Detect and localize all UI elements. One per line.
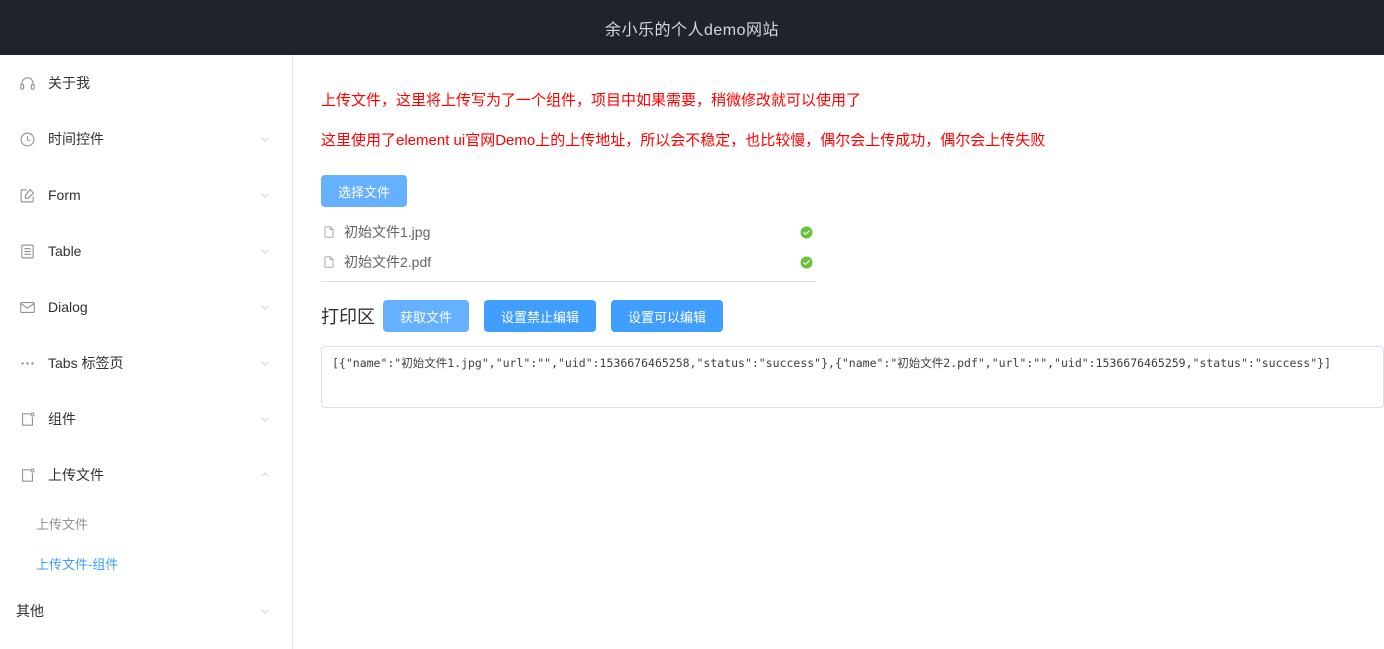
sidebar-item-label: Form [48,187,81,203]
sidebar-subitem-label: 上传文件-组件 [36,556,119,572]
get-files-button[interactable]: 获取文件 [383,300,470,332]
sidebar-item-label: 关于我 [48,75,90,91]
sidebar: 关于我 时间控件 Form Table Dialog Tabs 标签页 组件 上… [0,55,293,649]
sidebar-item-about-me[interactable]: 关于我 [0,55,292,111]
select-file-button[interactable]: 选择文件 [321,175,408,207]
ellipsis-icon [16,352,38,374]
headphones-icon [16,72,38,94]
file-name: 初始文件1.jpg [344,224,431,240]
chevron-up-icon[interactable] [258,468,272,482]
page-title: 余小乐的个人demo网站 [604,21,780,39]
uploaded-file-list: 初始文件1.jpg 初始文件2.pdf [321,217,816,282]
component-bracket-icon [16,464,38,486]
print-area-label: 打印区 [321,307,375,327]
sidebar-item-label: 其他 [16,603,44,619]
print-area-toolbar: 打印区 获取文件 设置禁止编辑 设置可以编辑 [321,300,1384,332]
component-bracket-icon [16,408,38,430]
sidebar-item-components[interactable]: 组件 [0,391,292,447]
envelope-icon [16,296,38,318]
sidebar-item-label: Table [48,243,82,259]
list-item[interactable]: 初始文件2.pdf [321,247,816,277]
document-icon [321,224,337,240]
upload-button-wrap: 选择文件 [321,175,1384,207]
sidebar-subitem-label: 上传文件 [36,516,89,532]
sidebar-item-upload-file[interactable]: 上传文件 [0,447,292,503]
chevron-down-icon[interactable] [258,188,272,202]
chevron-down-icon[interactable] [258,604,272,618]
circle-check-icon [799,255,813,269]
circle-check-icon [799,225,813,239]
main-content: 上传文件，这里将上传写为了一个组件，项目中如果需要，稍微修改就可以使用了 这里使… [293,55,1384,649]
document-icon [321,254,337,270]
app-header: 余小乐的个人demo网站 [0,0,1384,55]
divider [321,281,816,282]
sidebar-item-other[interactable]: 其他 [0,583,292,639]
file-name: 初始文件2.pdf [344,254,432,270]
set-editable-button[interactable]: 设置可以编辑 [611,300,724,332]
chevron-down-icon[interactable] [258,412,272,426]
sidebar-item-label: Dialog [48,299,88,315]
json-output-textarea[interactable] [321,346,1384,408]
chevron-down-icon[interactable] [258,300,272,314]
chevron-down-icon[interactable] [258,244,272,258]
json-output-wrap [321,346,1384,413]
clock-icon [16,128,38,150]
app-root: 余小乐的个人demo网站 关于我 时间控件 Form Table Dialog … [0,0,1384,649]
list-document-icon [16,240,38,262]
list-item[interactable]: 初始文件1.jpg [321,217,816,247]
sidebar-item-label: 时间控件 [48,131,104,147]
sidebar-subitem-upload-file[interactable]: 上传文件 [0,503,292,543]
sidebar-item-label: Tabs 标签页 [48,355,124,371]
sidebar-subitem-upload-file-component[interactable]: 上传文件-组件 [0,543,292,583]
sidebar-item-dialog[interactable]: Dialog [0,279,292,335]
set-readonly-button[interactable]: 设置禁止编辑 [484,300,597,332]
app-body: 关于我 时间控件 Form Table Dialog Tabs 标签页 组件 上… [0,55,1384,649]
sidebar-item-time-widget[interactable]: 时间控件 [0,111,292,167]
chevron-down-icon[interactable] [258,132,272,146]
note-line-1: 上传文件，这里将上传写为了一个组件，项目中如果需要，稍微修改就可以使用了 [321,92,862,109]
edit-square-icon [16,184,38,206]
sidebar-item-form[interactable]: Form [0,167,292,223]
sidebar-item-label: 上传文件 [48,467,104,483]
chevron-down-icon[interactable] [258,356,272,370]
sidebar-item-tabs[interactable]: Tabs 标签页 [0,335,292,391]
note-line-2: 这里使用了element ui官网Demo上的上传地址，所以会不稳定，也比较慢，… [321,132,1046,149]
sidebar-item-table[interactable]: Table [0,223,292,279]
sidebar-item-label: 组件 [48,411,76,427]
